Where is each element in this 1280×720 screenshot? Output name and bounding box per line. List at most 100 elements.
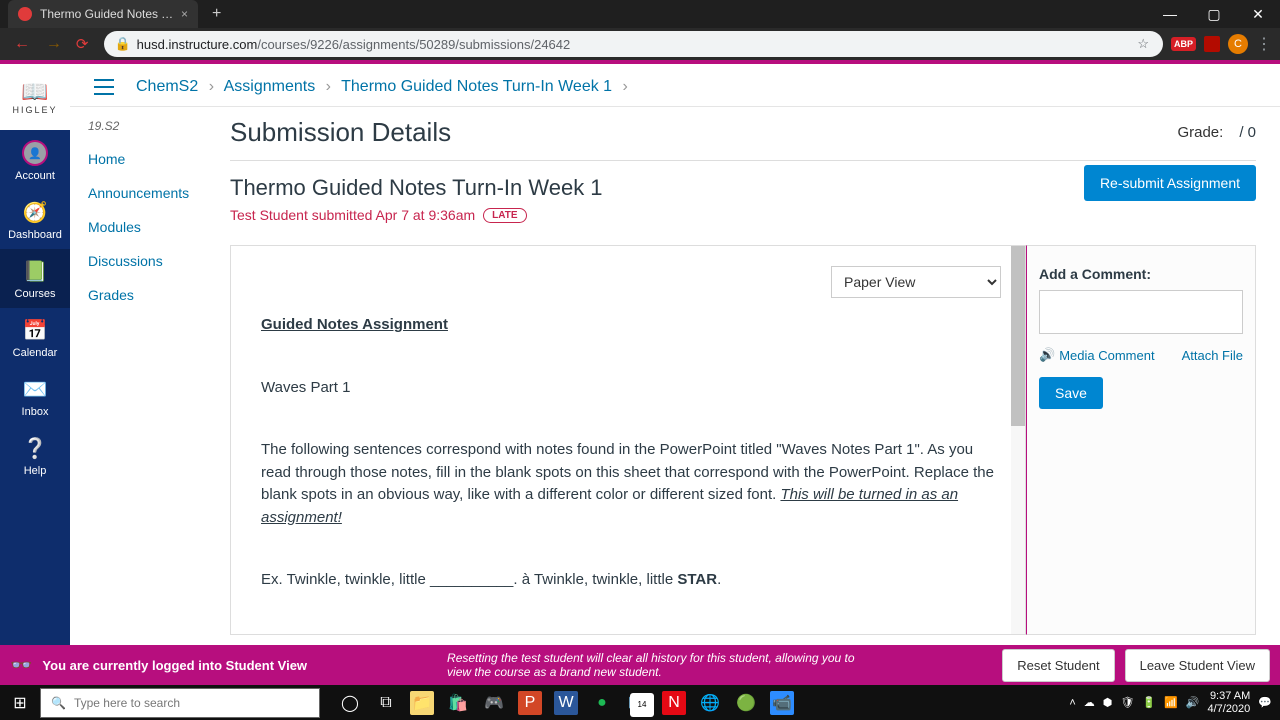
student-view-desc: Resetting the test student will clear al… [447,651,877,680]
student-view-text: You are currently logged into Student Vi… [42,658,307,673]
page: 📖 HIGLEY 👤 Account 🧭 Dashboard 📗 Courses… [0,60,1280,685]
search-placeholder: Type here to search [74,696,180,710]
reload-button[interactable]: ⟳ [76,35,89,53]
comment-textarea[interactable] [1039,290,1243,334]
minimize-button[interactable]: — [1148,0,1192,28]
url-field[interactable]: 🔒 husd.instructure.com/courses/9226/assi… [104,31,1163,57]
taskbar-search[interactable]: 🔍 Type here to search [40,688,320,718]
dropbox-icon[interactable]: ⬢ [1103,696,1113,709]
nav-calendar[interactable]: 📅 Calendar [0,308,70,367]
system-tray: ˄ ☁ ⬢ 🛡 🔋 📶 🔊 9:37 AM 4/7/2020 💬 [1069,690,1280,714]
close-window-button[interactable]: ✕ [1236,0,1280,28]
cortana-icon[interactable]: ◯ [338,691,362,715]
url-host: husd.instructure.com [137,37,258,52]
calendar-icon: 📅 [0,318,70,343]
speaker-icon: 🔊 [1039,347,1055,363]
course-nav-home[interactable]: Home [88,151,212,167]
resubmit-button[interactable]: Re-submit Assignment [1084,165,1256,201]
zoom-icon[interactable]: 📹 [770,691,794,715]
dashboard-icon: 🧭 [0,200,70,225]
tab-title: Thermo Guided Notes Turn-In W [40,7,175,21]
glasses-icon: 👓 [10,655,32,676]
forward-button[interactable]: → [46,35,62,52]
paper-scrollbar[interactable] [1011,246,1025,634]
taskbar-apps: ◯ ⧉ 📁 🛍️ 🎮 P W ● 📧14 N 🌐 🟢 📹 [338,691,794,715]
course-nav-modules[interactable]: Modules [88,219,212,235]
wifi-icon[interactable]: 📶 [1164,696,1178,709]
volume-icon[interactable]: 🔊 [1186,696,1200,709]
browser-menu-icon[interactable]: ⋮ [1256,34,1272,54]
late-badge: LATE [483,208,526,223]
nav-label: Dashboard [8,229,62,241]
doc-example-pre: Ex. Twinkle, twinkle, little __________.… [261,571,677,588]
paper-pane[interactable]: Paper View Guided Notes Assignment Waves… [230,245,1026,635]
media-comment-link[interactable]: 🔊 Media Comment [1039,347,1155,363]
inbox-icon: ✉️ [0,377,70,402]
breadcrumb-row: ChemS2 › Assignments › Thermo Guided Not… [70,64,1280,107]
steam-icon[interactable]: 🎮 [482,691,506,715]
leave-student-view-button[interactable]: Leave Student View [1125,649,1270,682]
district-logo[interactable]: 📖 HIGLEY [0,64,70,130]
nav-account[interactable]: 👤 Account [0,130,70,190]
tray-chevron-icon[interactable]: ˄ [1069,697,1075,709]
profile-avatar[interactable]: C [1228,34,1248,54]
course-nav-discussions[interactable]: Discussions [88,253,212,269]
nav-courses[interactable]: 📗 Courses [0,249,70,308]
nav-dashboard[interactable]: 🧭 Dashboard [0,190,70,249]
course-nav-toggle[interactable] [94,79,114,95]
breadcrumb-assignments[interactable]: Assignments [224,78,316,95]
courses-icon: 📗 [0,259,70,284]
onedrive-icon[interactable]: ☁ [1084,696,1095,709]
battery-icon[interactable]: 🔋 [1142,696,1156,709]
chrome-icon[interactable]: 🟢 [734,691,758,715]
browser-tab-strip: Thermo Guided Notes Turn-In W × + — ▢ ✕ [0,0,1280,28]
mail-icon[interactable]: 📧14 [626,691,650,715]
window-controls: — ▢ ✕ [1148,0,1280,28]
nav-arrows: ← → [8,35,68,53]
maximize-button[interactable]: ▢ [1192,0,1236,28]
taskbar-clock[interactable]: 9:37 AM 4/7/2020 [1207,690,1250,714]
notifications-icon[interactable]: 💬 [1258,696,1272,709]
explorer-icon[interactable]: 📁 [410,691,434,715]
chevron-right-icon: › [209,78,214,95]
nav-inbox[interactable]: ✉️ Inbox [0,367,70,426]
new-tab-button[interactable]: + [212,5,221,23]
word-icon[interactable]: W [554,691,578,715]
nav-help[interactable]: ❔ Help [0,426,70,485]
breadcrumb-course[interactable]: ChemS2 [136,78,198,95]
mail-badge: 14 [630,693,654,717]
reset-student-button[interactable]: Reset Student [1002,649,1114,682]
edge-icon[interactable]: 🌐 [698,691,722,715]
save-button[interactable]: Save [1039,377,1103,409]
powerpoint-icon[interactable]: P [518,691,542,715]
bookmark-star-icon[interactable]: ☆ [1137,36,1149,52]
store-icon[interactable]: 🛍️ [446,691,470,715]
pdf-extension-icon[interactable] [1204,36,1220,52]
submission-body: Paper View Guided Notes Assignment Waves… [230,245,1256,635]
clock-time: 9:37 AM [1207,690,1250,702]
term-label: 19.S2 [88,119,212,133]
attach-file-link[interactable]: Attach File [1182,348,1243,363]
nav-label: Inbox [22,406,49,418]
security-icon[interactable]: 🛡 [1120,696,1134,709]
close-tab-icon[interactable]: × [181,7,188,21]
submission-line: Test Student submitted Apr 7 at 9:36am L… [230,207,1256,223]
netflix-icon[interactable]: N [662,691,686,715]
taskview-icon[interactable]: ⧉ [374,691,398,715]
browser-tab[interactable]: Thermo Guided Notes Turn-In W × [8,0,198,28]
scrollbar-thumb[interactable] [1011,246,1025,426]
course-nav-grades[interactable]: Grades [88,287,212,303]
course-nav-announcements[interactable]: Announcements [88,185,212,201]
comment-actions: 🔊 Media Comment Attach File [1039,347,1243,363]
extension-icons: ABP C ⋮ [1171,34,1272,54]
start-button[interactable]: ⊞ [0,685,40,720]
spotify-icon[interactable]: ● [590,691,614,715]
page-title-row: Submission Details Grade: / 0 [230,117,1256,161]
abp-extension-icon[interactable]: ABP [1171,37,1196,51]
view-select[interactable]: Paper View [831,266,1001,298]
doc-example: Ex. Twinkle, twinkle, little __________.… [261,569,995,592]
back-button[interactable]: ← [14,35,30,52]
comment-pane: Add a Comment: 🔊 Media Comment Attach Fi… [1026,245,1256,635]
clock-date: 4/7/2020 [1207,703,1250,715]
breadcrumb-assignment[interactable]: Thermo Guided Notes Turn-In Week 1 [341,78,612,95]
